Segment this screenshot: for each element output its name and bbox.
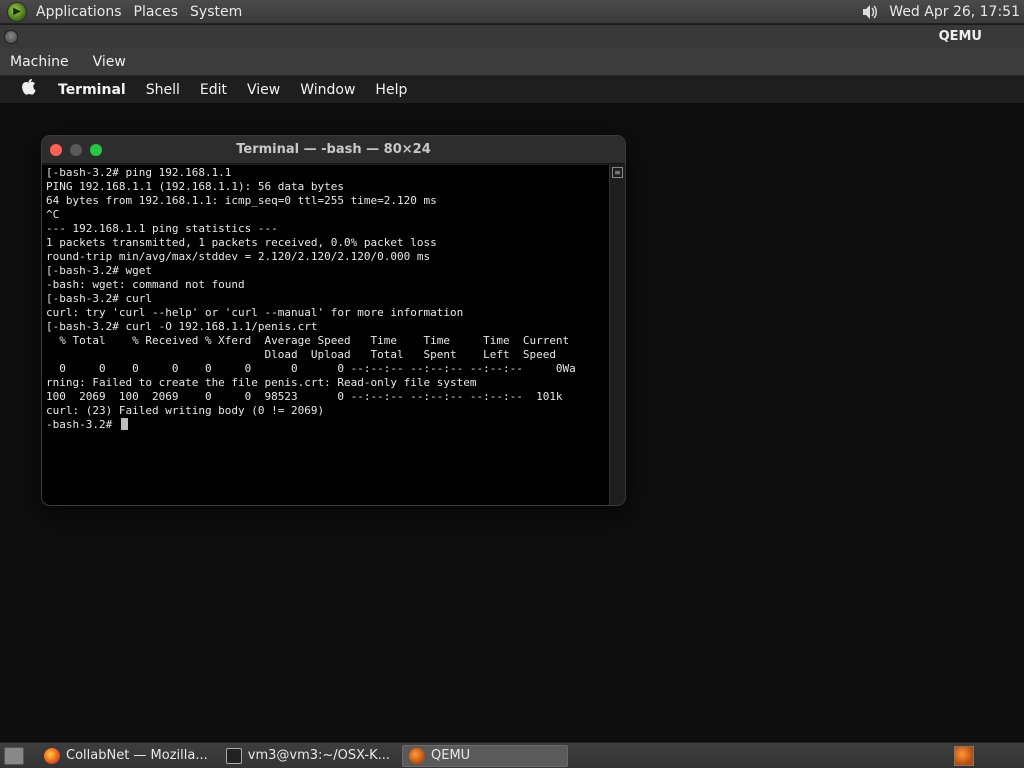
menu-view[interactable]: View [87, 54, 132, 70]
split-pane-icon[interactable]: ≡ [612, 167, 623, 178]
menu-applications[interactable]: Applications [30, 0, 128, 24]
apple-logo-icon [21, 78, 36, 95]
task-label: CollabNet — Mozilla... [66, 748, 208, 763]
menu-window[interactable]: Window [300, 82, 355, 98]
task-firefox[interactable]: CollabNet — Mozilla... [38, 745, 214, 767]
task-label: QEMU [431, 748, 471, 763]
firefox-icon [44, 747, 60, 764]
text-cursor [120, 418, 128, 430]
menu-machine[interactable]: Machine [4, 54, 75, 70]
terminal-output-area[interactable]: [-bash-3.2# ping 192.168.1.1 PING 192.16… [42, 165, 611, 505]
terminal-scrollbar[interactable]: ≡ [609, 165, 625, 505]
menu-help[interactable]: Help [375, 82, 407, 98]
show-desktop-icon[interactable] [4, 746, 24, 765]
qemu-menubar: Machine View [0, 48, 1024, 76]
window-menu-button[interactable] [4, 29, 18, 44]
task-terminal[interactable]: vm3@vm3:~/OSX-K... [220, 745, 396, 767]
speaker-icon [863, 4, 878, 19]
guest-display[interactable]: Terminal Shell Edit View Window Help Ter… [0, 77, 1024, 742]
minimize-button[interactable] [70, 143, 82, 156]
terminal-window: Terminal — -bash — 80×24 [-bash-3.2# pin… [41, 135, 626, 506]
menu-shell[interactable]: Shell [146, 82, 180, 98]
menu-places[interactable]: Places [128, 0, 185, 24]
qemu-icon [409, 747, 426, 764]
menu-edit[interactable]: Edit [200, 82, 227, 98]
menu-view-mac[interactable]: View [247, 82, 280, 98]
terminal-icon [225, 747, 242, 764]
task-qemu[interactable]: QEMU [402, 744, 569, 767]
menu-app-terminal[interactable]: Terminal [58, 82, 126, 98]
volume-icon[interactable] [859, 2, 881, 22]
mac-menubar: Terminal Shell Edit View Window Help [0, 77, 1024, 103]
apple-menu-icon[interactable] [20, 78, 38, 101]
zoom-button[interactable] [90, 143, 102, 156]
qemu-window-title: QEMU [938, 29, 982, 44]
menu-system[interactable]: System [184, 0, 248, 24]
distro-logo-icon[interactable]: ▶ [7, 1, 27, 22]
qemu-titlebar: QEMU [0, 25, 1024, 48]
terminal-output: [-bash-3.2# ping 192.168.1.1 PING 192.16… [46, 166, 576, 431]
gnome-bottom-panel: CollabNet — Mozilla... vm3@vm3:~/OSX-K..… [0, 742, 1024, 768]
task-label: vm3@vm3:~/OSX-K... [247, 748, 391, 763]
terminal-titlebar[interactable]: Terminal — -bash — 80×24 [42, 136, 625, 164]
terminal-title: Terminal — -bash — 80×24 [236, 142, 431, 157]
close-button[interactable] [50, 143, 62, 156]
qemu-tray-icon[interactable] [954, 745, 974, 766]
gnome-top-panel: ▶ Applications Places System Wed Apr 26,… [0, 0, 1024, 24]
clock[interactable]: Wed Apr 26, 17:51 [889, 4, 1020, 20]
